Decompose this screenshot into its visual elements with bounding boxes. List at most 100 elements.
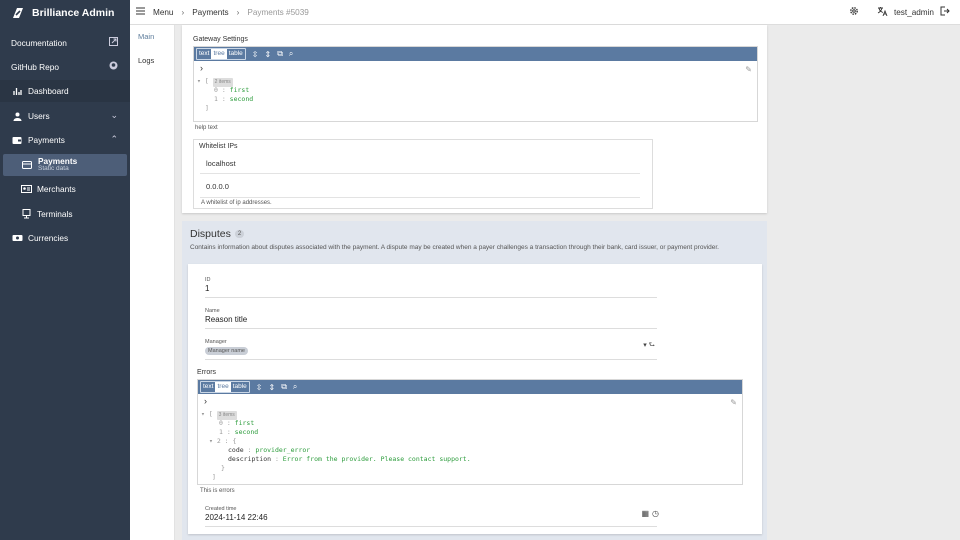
tab-logs[interactable]: Logs	[138, 56, 154, 65]
mode-tree[interactable]: tree	[211, 49, 227, 59]
whitelist-row[interactable]: localhost	[200, 153, 640, 174]
expand-all-icon[interactable]: ⇳	[256, 383, 263, 392]
json-line: code : provider_error	[228, 446, 311, 454]
edit-icon[interactable]: ✎	[745, 65, 752, 74]
sidebar-item-dashboard[interactable]: Dashboard	[0, 80, 130, 102]
sidebar-item-github[interactable]: GitHub Repo	[0, 56, 130, 78]
json-toolbar: text tree table ⇳ ⇕ ⧉ ⌕	[194, 47, 757, 61]
sidebar-item-label: Dashboard	[28, 86, 69, 96]
dispute-name-field[interactable]: Name Reason title	[205, 308, 657, 329]
chevron-up-icon: ⌃	[110, 134, 118, 144]
sidebar-item-currencies[interactable]: Currencies	[0, 227, 130, 249]
chevron-down-icon: ⌄	[110, 110, 118, 120]
json-line: 1 : second	[219, 428, 259, 436]
sidebar-item-documentation[interactable]: Documentation	[0, 32, 130, 54]
collapse-all-icon[interactable]: ⇕	[269, 383, 276, 392]
breadcrumb-current: Payments #5039	[247, 7, 309, 17]
dispute-manager-field[interactable]: Manager Manager name ▾ ⮑	[205, 339, 657, 360]
collapse-all-icon[interactable]: ⇕	[265, 50, 272, 59]
card-icon	[21, 161, 33, 169]
logout-icon[interactable]	[940, 6, 950, 18]
disputes-count: 2	[234, 230, 245, 239]
gateway-json-editor[interactable]: text tree table ⇳ ⇕ ⧉ ⌕ › ✎ ▾ [ 2 items …	[193, 46, 758, 122]
dropdown-icon[interactable]: ▾ ⮑	[643, 341, 655, 352]
mode-table[interactable]: table	[227, 49, 245, 59]
disputes-description: Contains information about disputes asso…	[190, 244, 719, 251]
chevron-right-icon: ›	[181, 7, 185, 17]
mode-tree[interactable]: tree	[215, 382, 231, 392]
chevron-right-icon: ›	[236, 7, 240, 17]
mode-switch: text tree table	[196, 48, 246, 60]
wallet-icon	[11, 136, 23, 145]
sidebar-item-label: Users	[28, 111, 50, 121]
dispute-id-field: ID 1	[205, 277, 657, 298]
github-icon	[109, 61, 118, 72]
clock-icon[interactable]: ◷	[652, 509, 659, 518]
sidebar: Brilliance Admin Documentation GitHub Re…	[0, 0, 130, 540]
sidebar-item-merchants[interactable]: Merchants	[0, 178, 130, 200]
sidebar-item-label: Currencies	[28, 233, 69, 243]
edit-icon[interactable]: ✎	[730, 398, 737, 407]
gateway-help: help text	[195, 125, 218, 131]
chevron-right-icon[interactable]: ›	[204, 396, 207, 406]
sidebar-item-label: Documentation	[11, 38, 67, 48]
whitelist-row[interactable]: 0.0.0.0	[200, 177, 640, 198]
mode-switch: text tree table	[200, 381, 250, 393]
mode-table[interactable]: table	[231, 382, 249, 392]
topbar: Menu › Payments › Payments #5039 test_ad…	[130, 0, 960, 25]
json-close: }	[221, 464, 225, 472]
errors-help: This is errors	[200, 488, 235, 494]
sidebar-item-label: Merchants	[37, 184, 76, 194]
external-link-icon	[109, 37, 118, 48]
dispute-created-field[interactable]: Created time 2024-11-14 22:46 ▦ ◷	[205, 506, 659, 527]
manager-chip: Manager name	[205, 347, 248, 355]
errors-json-editor[interactable]: text tree table ⇳ ⇕ ⧉ ⌕ › ✎ ▾ [ 3 items …	[197, 379, 743, 485]
breadcrumb-menu[interactable]: Menu	[153, 8, 173, 17]
sidebar-item-label: GitHub Repo	[11, 62, 59, 72]
gateway-settings-label: Gateway Settings	[193, 36, 248, 43]
calendar-icon[interactable]: ▦	[641, 509, 649, 518]
sidebar-item-label: Payments	[38, 156, 78, 167]
mode-text[interactable]: text	[201, 382, 215, 392]
copy-icon[interactable]: ⧉	[281, 382, 287, 392]
sidebar-item-sublabel: Static data	[38, 165, 69, 173]
tab-column: Main Logs	[130, 25, 175, 540]
json-line: ▾ 2 : {	[209, 437, 237, 445]
terminal-icon	[20, 209, 32, 219]
copy-icon[interactable]: ⧉	[277, 49, 283, 59]
sidebar-item-label: Terminals	[37, 209, 73, 219]
whitelist-label: Whitelist IPs	[199, 143, 238, 150]
sidebar-item-users[interactable]: Users ⌄	[0, 105, 130, 127]
breadcrumb-payments[interactable]: Payments	[192, 8, 228, 17]
app-title: Brilliance Admin	[32, 6, 115, 19]
whitelist-help: A whitelist of ip addresses.	[201, 200, 272, 206]
search-icon[interactable]: ⌕	[293, 382, 297, 392]
errors-label: Errors	[197, 369, 217, 376]
chevron-right-icon[interactable]: ›	[200, 63, 203, 73]
menu-icon[interactable]	[136, 7, 145, 17]
translate-icon[interactable]	[877, 6, 888, 18]
username[interactable]: test_admin	[894, 8, 934, 17]
dashboard-icon	[11, 87, 23, 96]
topbar-actions: test_admin	[849, 6, 950, 18]
sidebar-item-terminals[interactable]: Terminals	[0, 203, 130, 225]
json-line: 1 : second	[214, 95, 254, 103]
tab-main[interactable]: Main	[138, 32, 154, 41]
json-close: ]	[205, 104, 209, 112]
brand[interactable]: Brilliance Admin	[0, 0, 130, 25]
expand-all-icon[interactable]: ⇳	[252, 50, 259, 59]
user-icon	[11, 112, 23, 121]
json-line: 0 : first	[219, 419, 255, 427]
sidebar-item-payments-static[interactable]: Payments Static data	[3, 154, 127, 176]
whitelist-box: Whitelist IPs localhost 0.0.0.0 A whitel…	[193, 139, 653, 209]
json-close: ]	[212, 473, 216, 481]
sidebar-item-label: Payments	[28, 135, 65, 145]
disputes-title: Disputes 2	[190, 228, 245, 240]
json-line: 0 : first	[214, 86, 250, 94]
search-icon[interactable]: ⌕	[289, 49, 293, 59]
gear-icon[interactable]	[849, 6, 859, 18]
mode-text[interactable]: text	[197, 49, 211, 59]
json-toolbar: text tree table ⇳ ⇕ ⧉ ⌕	[198, 380, 742, 394]
sidebar-item-payments[interactable]: Payments ⌃	[0, 129, 130, 151]
id-card-icon	[20, 185, 32, 193]
